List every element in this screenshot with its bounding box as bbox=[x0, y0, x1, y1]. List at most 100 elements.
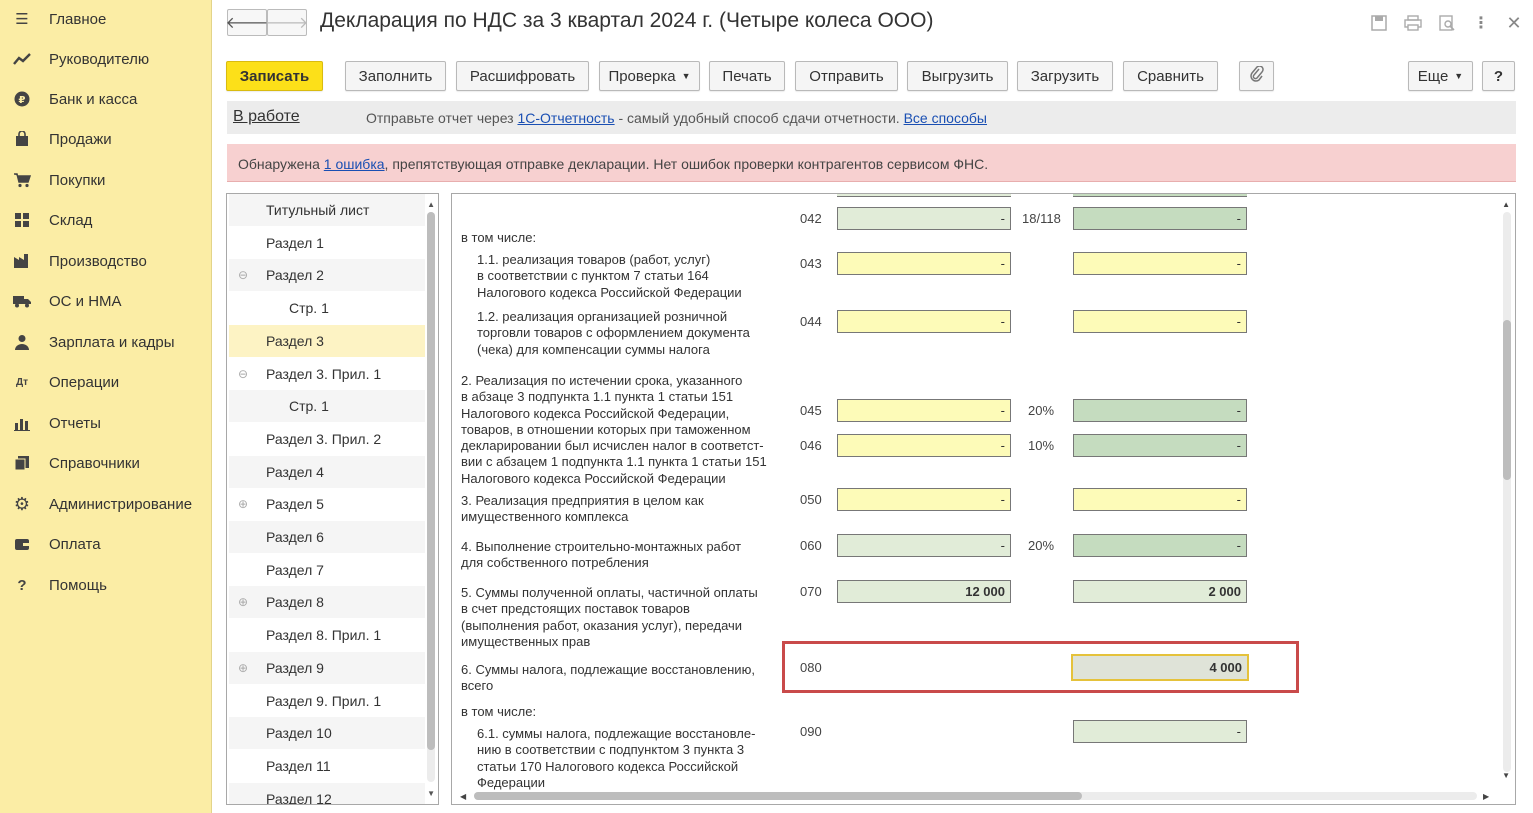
tree-item[interactable]: Раздел 3 bbox=[229, 324, 425, 357]
field-044-tax[interactable]: - bbox=[1073, 310, 1247, 333]
tree-item[interactable]: Раздел 8. Прил. 1 bbox=[229, 619, 425, 651]
field-060-tax[interactable]: - bbox=[1073, 534, 1247, 557]
tree-item[interactable]: Стр. 1 bbox=[229, 292, 425, 324]
more-button[interactable]: Еще ▼ bbox=[1408, 61, 1473, 91]
expand-icon[interactable]: ⊕ bbox=[238, 497, 248, 511]
save-button[interactable]: Записать bbox=[226, 61, 323, 91]
send-button[interactable]: Отправить bbox=[795, 61, 898, 91]
field-090-tax[interactable]: - bbox=[1073, 720, 1247, 743]
sidebar-item-label: Склад bbox=[49, 211, 93, 229]
collapse-icon[interactable]: ⊖ bbox=[238, 367, 248, 381]
tree-item[interactable]: ⊕ Раздел 5 bbox=[229, 488, 425, 520]
field-042-tax[interactable]: - bbox=[1073, 207, 1247, 230]
collapse-icon[interactable]: ⊖ bbox=[238, 268, 248, 282]
bag-icon bbox=[12, 130, 32, 148]
tree-item[interactable]: ⊖ Раздел 3. Прил. 1 bbox=[229, 358, 425, 390]
sidebar-item-bank[interactable]: ₽ Банк и касса bbox=[0, 80, 212, 118]
sidebar-item-manager[interactable]: Руководителю bbox=[0, 40, 212, 78]
field-046-base[interactable]: - bbox=[837, 434, 1011, 457]
sidebar-item-operations[interactable]: Дт Операции bbox=[0, 363, 212, 401]
scroll-up-icon[interactable]: ▲ bbox=[1502, 200, 1510, 209]
sidebar-item-assets[interactable]: ОС и НМА bbox=[0, 282, 212, 320]
back-button[interactable]: 🡐 bbox=[226, 9, 268, 36]
sidebar-item-sales[interactable]: Продажи bbox=[0, 120, 212, 158]
print-button[interactable]: Печать bbox=[709, 61, 785, 91]
field-045-tax[interactable]: - bbox=[1073, 399, 1247, 422]
sidebar-item-main[interactable]: ☰ Главное bbox=[0, 0, 212, 38]
field-050-tax[interactable]: - bbox=[1073, 488, 1247, 511]
gear-icon: ⚙ bbox=[13, 493, 31, 514]
more-vertical-icon[interactable]: ⋮ bbox=[1470, 12, 1492, 34]
1c-reporting-link[interactable]: 1С-Отчетность bbox=[517, 110, 614, 126]
tree-item[interactable]: Стр. 1 bbox=[229, 390, 425, 423]
tree-item[interactable]: Раздел 12 bbox=[229, 782, 425, 804]
sidebar-item-references[interactable]: Справочники bbox=[0, 444, 212, 482]
export-button[interactable]: Выгрузить bbox=[907, 61, 1008, 91]
tree-item[interactable]: Титульный лист bbox=[229, 194, 425, 226]
tree-item[interactable]: Раздел 10 bbox=[229, 717, 425, 750]
attach-button[interactable] bbox=[1239, 61, 1274, 91]
import-button[interactable]: Загрузить bbox=[1017, 61, 1113, 91]
tree-item[interactable]: ⊕ Раздел 9 bbox=[229, 651, 425, 684]
preview-icon[interactable] bbox=[1436, 12, 1458, 34]
expand-icon[interactable]: ⊕ bbox=[238, 661, 248, 675]
empty-value: - bbox=[1000, 492, 1005, 507]
wallet-icon bbox=[12, 535, 32, 553]
decode-button[interactable]: Расшифровать bbox=[456, 61, 589, 91]
sidebar-item-admin[interactable]: ⚙ Администрирование bbox=[0, 485, 212, 523]
scroll-left-icon[interactable]: ◀ bbox=[460, 792, 466, 801]
field-044-base[interactable]: - bbox=[837, 310, 1011, 333]
field-042-base[interactable]: - bbox=[837, 207, 1011, 230]
check-dropdown-button[interactable]: Проверка ▼ bbox=[599, 61, 700, 91]
scroll-down-icon[interactable]: ▼ bbox=[427, 789, 435, 798]
scroll-right-icon[interactable]: ▶ bbox=[1483, 792, 1489, 801]
tree-item[interactable]: Раздел 6 bbox=[229, 521, 425, 553]
sidebar-item-payment[interactable]: Оплата bbox=[0, 525, 212, 563]
all-methods-link[interactable]: Все способы bbox=[904, 110, 987, 126]
field-060-base[interactable]: - bbox=[837, 534, 1011, 557]
tree-scrollbar-thumb[interactable] bbox=[427, 212, 435, 750]
sidebar-item-reports[interactable]: Отчеты bbox=[0, 404, 212, 442]
help-button[interactable]: ? bbox=[1482, 61, 1515, 91]
expand-icon[interactable]: ⊕ bbox=[238, 595, 248, 609]
form-vertical-thumb[interactable] bbox=[1503, 320, 1511, 480]
tree-item[interactable]: Раздел 11 bbox=[229, 750, 425, 782]
tree-item[interactable]: Раздел 7 bbox=[229, 554, 425, 586]
field-080-tax[interactable]: 4 000 bbox=[1071, 654, 1249, 681]
tree-item[interactable]: Раздел 3. Прил. 2 bbox=[229, 423, 425, 455]
compare-button[interactable]: Сравнить bbox=[1123, 61, 1218, 91]
error-count-link[interactable]: 1 ошибка bbox=[324, 156, 385, 172]
tree-scrollbar[interactable] bbox=[427, 212, 435, 782]
fill-button[interactable]: Заполнить bbox=[345, 61, 446, 91]
field-070-base[interactable]: 12 000 bbox=[837, 580, 1011, 603]
sidebar-item-label: ОС и НМА bbox=[49, 292, 122, 310]
tree-item[interactable]: Раздел 1 bbox=[229, 227, 425, 259]
field-045-base[interactable]: - bbox=[837, 399, 1011, 422]
sidebar-item-purchases[interactable]: Покупки bbox=[0, 161, 212, 199]
tree-item[interactable]: Раздел 4 bbox=[229, 455, 425, 488]
field-050-base[interactable]: - bbox=[837, 488, 1011, 511]
sidebar-item-label: Покупки bbox=[49, 171, 106, 189]
sidebar-item-production[interactable]: Производство bbox=[0, 242, 212, 280]
form-vertical-scrollbar[interactable] bbox=[1503, 212, 1511, 772]
tree-item[interactable]: ⊕ Раздел 8 bbox=[229, 586, 425, 619]
tree-item[interactable]: ⊖ Раздел 2 bbox=[229, 259, 425, 292]
field-043-tax[interactable]: - bbox=[1073, 252, 1247, 275]
print-icon[interactable] bbox=[1402, 12, 1424, 34]
sidebar-item-salary[interactable]: Зарплата и кадры bbox=[0, 323, 212, 361]
label-including: в том числе: bbox=[461, 704, 537, 719]
field-046-tax[interactable]: - bbox=[1073, 434, 1247, 457]
scroll-up-icon[interactable]: ▲ bbox=[427, 200, 435, 209]
save-icon[interactable] bbox=[1368, 12, 1390, 34]
close-icon[interactable]: ✕ bbox=[1503, 12, 1525, 34]
field-043-base[interactable]: - bbox=[837, 252, 1011, 275]
forward-button[interactable]: 🡒 bbox=[266, 9, 308, 36]
scroll-down-icon[interactable]: ▼ bbox=[1502, 771, 1510, 780]
status-link[interactable]: В работе bbox=[233, 108, 300, 126]
form-horizontal-thumb[interactable] bbox=[474, 792, 1082, 800]
sidebar-item-help[interactable]: ? Помощь bbox=[0, 566, 212, 604]
tree-item[interactable]: Раздел 9. Прил. 1 bbox=[229, 685, 425, 717]
sidebar-item-warehouse[interactable]: Склад bbox=[0, 201, 212, 239]
field-070-tax[interactable]: 2 000 bbox=[1073, 580, 1247, 603]
form-horizontal-scrollbar[interactable] bbox=[474, 792, 1477, 800]
